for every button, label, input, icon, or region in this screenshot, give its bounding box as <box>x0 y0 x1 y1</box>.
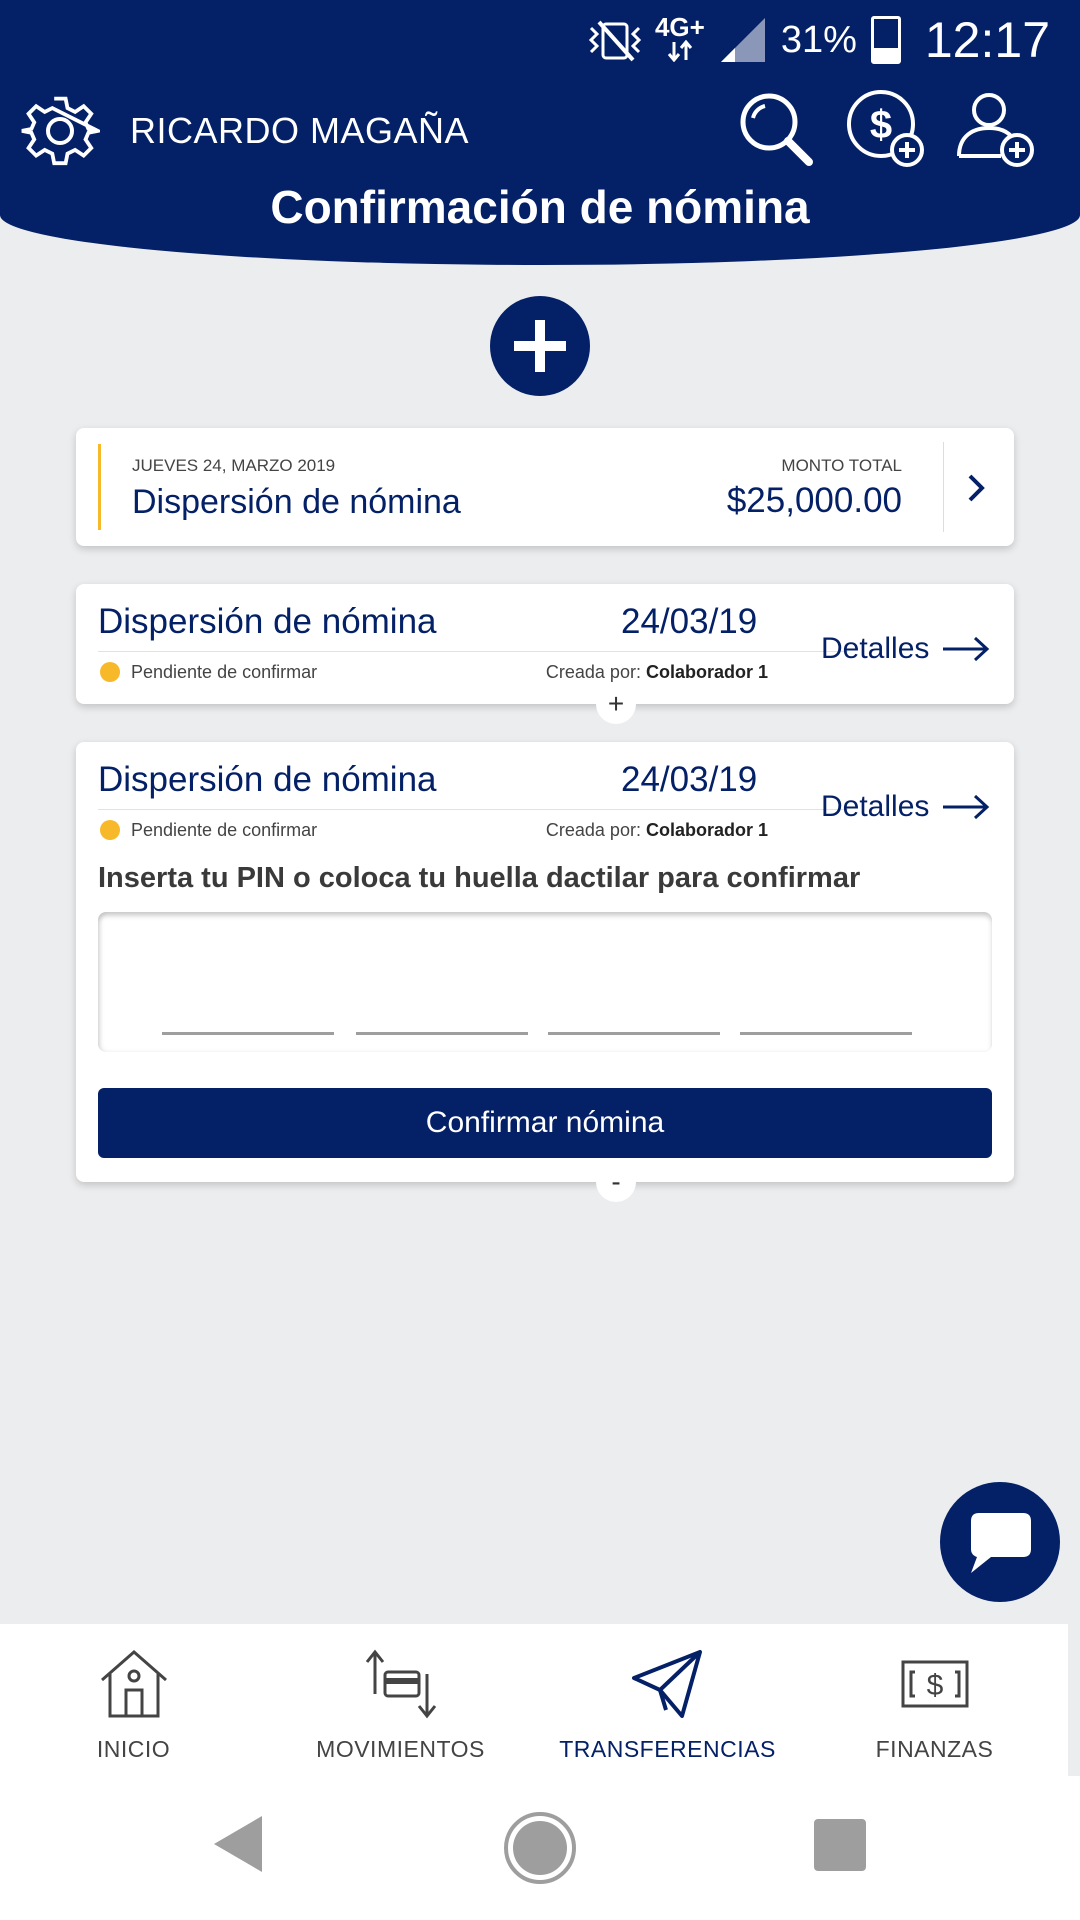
summary-title: Dispersión de nómina <box>132 483 461 521</box>
details-label: Detalles <box>821 790 930 823</box>
home-icon <box>100 1650 167 1718</box>
network-type: 4G+ <box>654 12 705 42</box>
page-title: Confirmación de nómina <box>270 181 810 233</box>
nav-label: INICIO <box>96 1736 171 1762</box>
plus-icon <box>514 320 566 372</box>
payroll-item-card-expanded: Dispersión de nómina 24/03/19 Pendiente … <box>76 742 1014 1202</box>
pin-digit-1[interactable] <box>162 1032 334 1035</box>
add-money-icon[interactable]: $ <box>845 88 925 168</box>
svg-text:$: $ <box>926 1669 943 1702</box>
add-user-icon[interactable] <box>955 88 1035 168</box>
pin-input[interactable] <box>98 912 992 1052</box>
status-dot-icon <box>100 662 120 682</box>
expand-button[interactable]: + <box>596 684 636 724</box>
svg-text:$: $ <box>870 103 892 147</box>
vibrate-off-icon <box>588 20 641 62</box>
nav-label: FINANZAS <box>875 1736 994 1762</box>
chevron-right-icon[interactable] <box>964 470 990 506</box>
arrow-right-icon <box>943 794 990 820</box>
battery-percent: 31% <box>780 18 857 61</box>
nav-label: TRANSFERENCIAS <box>559 1736 776 1762</box>
movements-icon <box>365 1649 436 1719</box>
divider <box>943 442 944 532</box>
pin-digit-3[interactable] <box>548 1032 720 1035</box>
nav-item-movimientos[interactable]: MOVIMIENTOS <box>267 1624 534 1776</box>
recents-icon[interactable] <box>814 1819 866 1871</box>
item-title: Dispersión de nómina <box>98 760 437 799</box>
search-icon[interactable] <box>735 88 815 168</box>
back-icon[interactable] <box>210 1814 266 1874</box>
payroll-summary-card[interactable]: JUEVES 24, MARZO 2019 Dispersión de nómi… <box>76 428 1014 546</box>
collapse-button[interactable]: - <box>596 1162 636 1202</box>
add-payroll-button[interactable] <box>490 296 590 396</box>
confirm-payroll-button[interactable]: Confirmar nómina <box>98 1088 992 1158</box>
network-indicator: 4G+ <box>655 14 705 66</box>
item-date: 24/03/19 <box>621 760 758 799</box>
status-text: Pendiente de confirmar <box>131 820 318 840</box>
pin-prompt: Inserta tu PIN o coloca tu huella dactil… <box>98 862 861 894</box>
summary-date: JUEVES 24, MARZO 2019 <box>132 456 336 475</box>
signal-icon <box>720 18 765 62</box>
nav-item-inicio[interactable]: INICIO <box>0 1624 267 1776</box>
gear-icon[interactable] <box>20 91 100 171</box>
divider <box>98 809 848 810</box>
pin-digit-4[interactable] <box>740 1032 912 1035</box>
nav-label: MOVIMIENTOS <box>316 1736 485 1762</box>
paper-plane-icon <box>631 1650 702 1718</box>
battery-icon <box>870 16 901 64</box>
divider <box>98 651 848 652</box>
item-date: 24/03/19 <box>621 602 758 641</box>
pin-digit-2[interactable] <box>356 1032 528 1035</box>
money-bill-icon: $ <box>901 1660 968 1708</box>
bottom-nav: INICIO MOVIMIENTOS TRANSFERENCIAS $ FINA… <box>0 1624 1068 1776</box>
creator-prefix: Creada por: <box>545 820 641 840</box>
creator-name: Colaborador 1 <box>645 820 768 840</box>
app-header: 4G+ 31% 12:17 RICARDO MAGAÑA $ Confirmac… <box>0 0 1080 265</box>
status-text: Pendiente de confirmar <box>131 662 318 682</box>
creator-name: Colaborador 1 <box>645 662 768 682</box>
total-amount: $25,000.00 <box>726 481 902 520</box>
status-dot-icon <box>100 820 120 840</box>
user-name: RICARDO MAGAÑA <box>130 109 470 151</box>
home-circle-icon[interactable] <box>502 1810 578 1886</box>
clock: 12:17 <box>924 12 1050 68</box>
system-nav-bar <box>0 1776 1080 1920</box>
details-link[interactable]: Detalles <box>821 632 991 666</box>
chat-bubble-icon <box>971 1513 1031 1573</box>
details-label: Detalles <box>821 632 930 665</box>
item-title: Dispersión de nómina <box>98 602 437 641</box>
creator-prefix: Creada por: <box>545 662 641 682</box>
arrow-right-icon <box>943 636 990 662</box>
creator-label: Creada por: Colaborador 1 <box>546 820 768 841</box>
details-link[interactable]: Detalles <box>821 790 991 824</box>
nav-item-transferencias[interactable]: TRANSFERENCIAS <box>534 1624 801 1776</box>
payroll-item-card: Dispersión de nómina 24/03/19 Pendiente … <box>76 584 1014 724</box>
amount-label: MONTO TOTAL <box>781 456 902 475</box>
accent-bar <box>98 444 101 530</box>
chat-button[interactable] <box>940 1482 1060 1602</box>
network-arrows-icon <box>667 39 693 63</box>
nav-item-finanzas[interactable]: $ FINANZAS <box>801 1624 1068 1776</box>
status-bar: 4G+ 31% 12:17 <box>0 0 1080 80</box>
creator-label: Creada por: Colaborador 1 <box>546 662 768 683</box>
